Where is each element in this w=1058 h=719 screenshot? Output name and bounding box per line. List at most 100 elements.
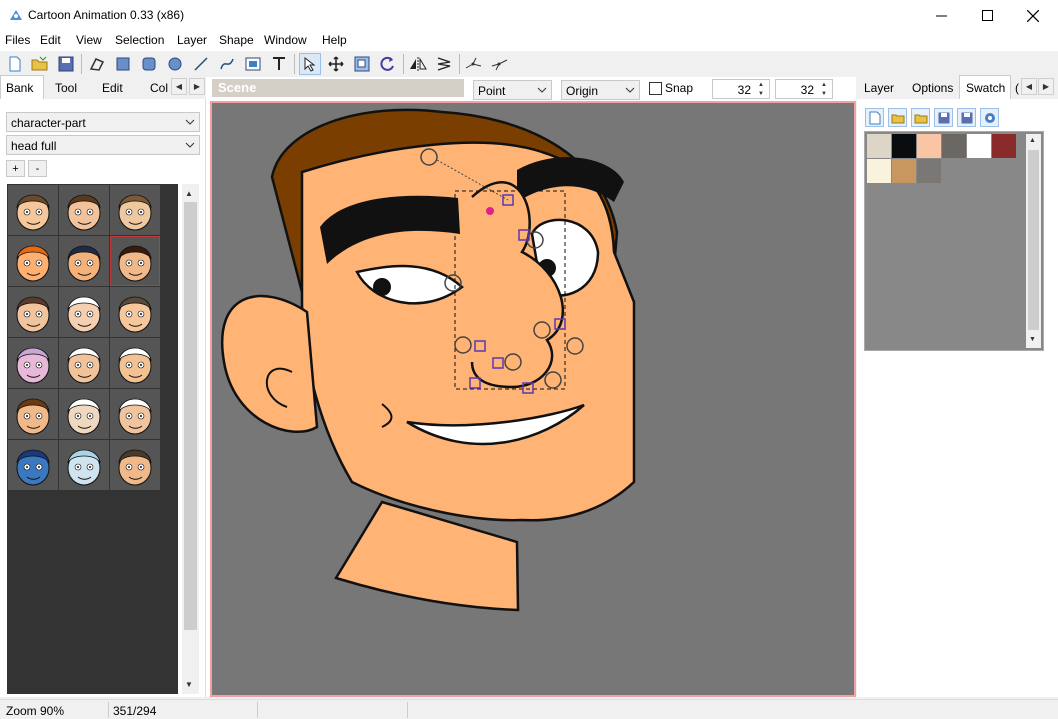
flip-horizontal-icon[interactable] [407, 53, 429, 75]
tab-scroll-right-icon[interactable]: ▶ [189, 78, 205, 95]
save-swatch-icon[interactable] [934, 108, 953, 127]
new-file-icon[interactable] [4, 53, 26, 75]
tab-scroll-left-icon[interactable]: ◀ [1021, 78, 1037, 95]
new-swatch-icon[interactable] [865, 108, 884, 127]
menu-files[interactable]: Files [5, 33, 30, 47]
menu-layer[interactable]: Layer [177, 33, 207, 47]
scroll-down-icon[interactable]: ▼ [185, 680, 193, 689]
add-button[interactable]: + [6, 160, 25, 177]
open-swatch-icon[interactable] [888, 108, 907, 127]
tab-edit[interactable]: Edit [102, 77, 123, 99]
swatch-scrollbar[interactable]: ▲ ▼ [1026, 134, 1041, 348]
remove-button[interactable]: - [28, 160, 47, 177]
menu-edit[interactable]: Edit [40, 33, 61, 47]
color-swatch[interactable] [867, 134, 891, 158]
import-swatch-icon[interactable] [911, 108, 930, 127]
maximize-icon[interactable] [964, 0, 1010, 31]
anchor-select[interactable]: Origin [561, 80, 640, 100]
scroll-up-icon[interactable]: ▲ [1029, 137, 1036, 144]
text-icon[interactable] [268, 53, 290, 75]
curve-edit-2-icon[interactable] [489, 53, 511, 75]
zoom-level: Zoom 90% [6, 704, 65, 718]
bank-thumbnail[interactable] [110, 338, 160, 388]
menu-view[interactable]: View [76, 33, 102, 47]
bank-thumbnail[interactable] [59, 389, 109, 439]
ellipse-icon[interactable] [164, 53, 186, 75]
stepper-up-icon[interactable]: ▲ [817, 80, 831, 89]
stepper-down-icon[interactable]: ▼ [817, 89, 831, 98]
color-swatch[interactable] [992, 134, 1016, 158]
bank-thumbnail[interactable] [8, 185, 58, 235]
color-swatch[interactable] [917, 134, 941, 158]
scroll-down-icon[interactable]: ▼ [1029, 336, 1036, 343]
mode-select[interactable]: Point [473, 80, 552, 100]
tab-tool[interactable]: Tool [55, 77, 77, 99]
category-value: character-part [11, 116, 86, 130]
bank-thumbnail[interactable] [59, 236, 109, 286]
close-icon[interactable] [1010, 0, 1056, 31]
right-tab-row: Layer Options Swatch ( ◀ ▶ [857, 75, 1058, 99]
bank-thumbnail[interactable] [110, 185, 160, 235]
rectangle-icon[interactable] [112, 53, 134, 75]
rounded-rect-icon[interactable] [138, 53, 160, 75]
bank-thumbnail[interactable] [8, 287, 58, 337]
save-as-swatch-icon[interactable] [957, 108, 976, 127]
swatch-settings-icon[interactable] [980, 108, 999, 127]
subcategory-select[interactable]: head full [6, 135, 200, 155]
menu-window[interactable]: Window [264, 33, 307, 47]
tab-scroll-left-icon[interactable]: ◀ [171, 78, 187, 95]
bank-thumbnail[interactable] [8, 440, 58, 490]
bank-thumbnail[interactable] [59, 185, 109, 235]
color-swatch[interactable] [917, 159, 941, 183]
curve-icon[interactable] [216, 53, 238, 75]
color-swatch[interactable] [892, 159, 916, 183]
menu-selection[interactable]: Selection [115, 33, 164, 47]
move-icon[interactable] [325, 53, 347, 75]
bank-thumbnail[interactable] [8, 389, 58, 439]
edit-points-icon[interactable] [299, 53, 321, 75]
menu-help[interactable]: Help [322, 33, 347, 47]
open-folder-icon[interactable] [29, 53, 51, 75]
bank-thumbnail[interactable] [110, 287, 160, 337]
tab-bank[interactable]: Bank [0, 75, 44, 99]
bank-thumbnail[interactable] [110, 440, 160, 490]
character-drawing[interactable] [212, 103, 856, 697]
image-icon[interactable] [242, 53, 264, 75]
bank-thumbnail[interactable] [8, 236, 58, 286]
snap-checkbox[interactable] [649, 82, 662, 95]
drawing-canvas[interactable] [210, 101, 856, 697]
grid-y-stepper[interactable]: 32 ▲ ▼ [775, 79, 833, 99]
bank-thumbnail[interactable] [110, 389, 160, 439]
scrollbar-thumb[interactable] [184, 202, 197, 630]
skew-icon[interactable] [433, 53, 455, 75]
tab-options[interactable]: Options [912, 77, 953, 99]
tab-layer[interactable]: Layer [864, 77, 894, 99]
line-icon[interactable] [190, 53, 212, 75]
polygon-select-icon[interactable] [86, 53, 108, 75]
bank-scrollbar[interactable]: ▲ ▼ [182, 184, 199, 694]
save-icon[interactable] [55, 53, 77, 75]
rotate-icon[interactable] [377, 53, 399, 75]
category-select[interactable]: character-part [6, 112, 200, 132]
tab-scroll-right-icon[interactable]: ▶ [1038, 78, 1054, 95]
color-swatch[interactable] [967, 134, 991, 158]
stepper-down-icon[interactable]: ▼ [754, 89, 768, 98]
bank-thumbnail[interactable] [8, 338, 58, 388]
scroll-up-icon[interactable]: ▲ [185, 189, 193, 198]
color-swatch[interactable] [942, 134, 966, 158]
bank-thumbnail[interactable] [59, 440, 109, 490]
bank-thumbnail[interactable] [59, 287, 109, 337]
curve-edit-icon[interactable] [463, 53, 485, 75]
tab-swatch[interactable]: Swatch [959, 75, 1011, 99]
color-swatch[interactable] [867, 159, 891, 183]
scale-icon[interactable] [351, 53, 373, 75]
bank-thumbnail[interactable] [110, 236, 160, 286]
stepper-up-icon[interactable]: ▲ [754, 80, 768, 89]
color-swatch[interactable] [892, 134, 916, 158]
scrollbar-thumb[interactable] [1028, 150, 1039, 330]
bank-thumbnail[interactable] [59, 338, 109, 388]
menu-shape[interactable]: Shape [219, 33, 254, 47]
tab-color[interactable]: Col [150, 77, 172, 99]
grid-x-stepper[interactable]: 32 ▲ ▼ [712, 79, 770, 99]
minimize-icon[interactable] [918, 0, 964, 31]
